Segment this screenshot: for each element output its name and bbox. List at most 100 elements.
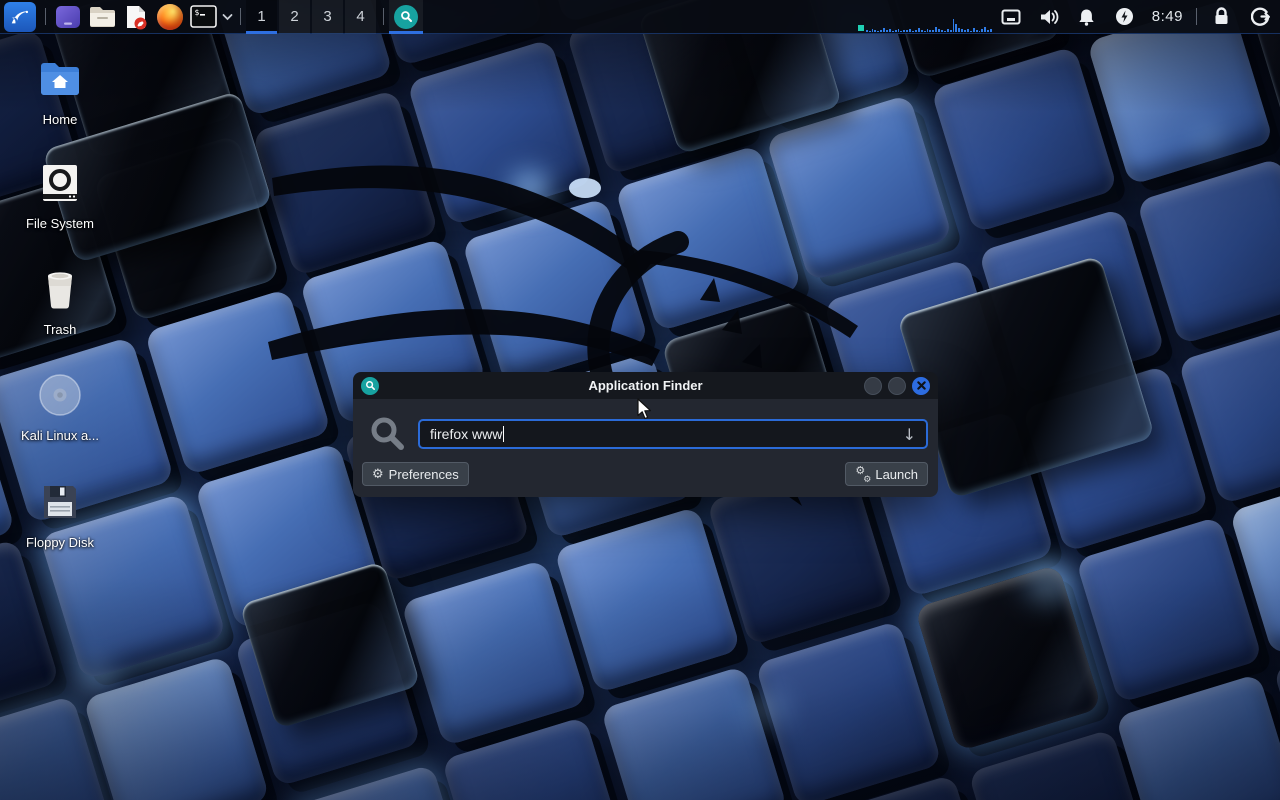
desktop-icon-label: Kali Linux a...	[14, 428, 106, 443]
titlebar[interactable]: Application Finder	[353, 372, 938, 399]
cpu-bar	[872, 29, 874, 32]
workspace-1[interactable]: 1	[246, 0, 277, 34]
launcher-files-app[interactable]	[51, 0, 85, 34]
cpu-bar	[950, 30, 952, 32]
mouse-cursor	[637, 398, 652, 420]
cpu-bar	[924, 31, 926, 32]
cpu-bar	[947, 29, 949, 32]
cpu-bar	[898, 29, 900, 32]
cpu-bar	[918, 28, 920, 32]
svg-text:$: $	[194, 8, 199, 17]
workspace-2[interactable]: 2	[279, 0, 310, 34]
cpu-graph[interactable]	[858, 0, 992, 34]
minimize-button[interactable]	[864, 377, 882, 395]
cpu-bar	[970, 31, 972, 32]
cpu-bar	[869, 31, 871, 32]
run-gears-icon: ⚙⚙	[855, 467, 870, 482]
cpu-bar	[938, 29, 940, 32]
log-out-button[interactable]	[1240, 0, 1280, 34]
close-button[interactable]	[912, 377, 930, 395]
kali-menu-icon	[9, 6, 31, 28]
cpu-bar	[935, 27, 937, 32]
cpu-bar	[909, 29, 911, 32]
cpu-bar	[953, 19, 955, 32]
cpu-bar	[973, 28, 975, 32]
cpu-bar	[880, 30, 882, 32]
cpu-bar	[915, 30, 917, 32]
lock-screen-button[interactable]	[1202, 0, 1240, 34]
cpu-bar	[906, 30, 908, 32]
launcher-text-editor[interactable]	[119, 0, 153, 34]
text-caret	[503, 426, 504, 442]
log-out-icon	[1251, 7, 1270, 26]
cpu-bar	[955, 24, 957, 32]
cpu-graph-marker	[858, 25, 864, 31]
terminal-icon: $	[190, 5, 217, 28]
floppy-disk-icon	[14, 477, 106, 527]
cpu-bar	[895, 30, 897, 32]
workspace-3[interactable]: 3	[312, 0, 343, 34]
cpu-bar	[987, 30, 989, 32]
desktop-icon-trash[interactable]: Trash	[14, 264, 106, 337]
panel-separator	[240, 8, 241, 25]
launch-button[interactable]: ⚙⚙ Launch	[845, 462, 928, 486]
dropdown-arrow-icon[interactable]: ↓	[903, 425, 916, 444]
cpu-bar	[912, 31, 914, 32]
cpu-bar	[944, 31, 946, 32]
volume-tray-icon[interactable]	[1030, 0, 1068, 34]
close-icon	[917, 381, 926, 390]
application-finder-icon	[361, 377, 379, 395]
application-finder-window: Application Finder firefox www ↓	[353, 372, 938, 497]
cpu-bar	[958, 28, 960, 32]
desktop-icon-file-system[interactable]: File System	[14, 158, 106, 231]
panel-separator	[1196, 8, 1197, 25]
maximize-button[interactable]	[888, 377, 906, 395]
cpu-bar	[981, 29, 983, 32]
cpu-bar	[976, 30, 978, 32]
cpu-bar	[929, 30, 931, 32]
desktop-icon-home[interactable]: Home	[14, 54, 106, 127]
workspace-4[interactable]: 4	[345, 0, 376, 34]
search-input-value: firefox www	[430, 426, 502, 442]
window-title: Application Finder	[353, 378, 938, 393]
launcher-firefox[interactable]	[153, 0, 187, 34]
power-manager-tray-icon[interactable]	[1106, 0, 1144, 34]
files-app-icon	[55, 4, 81, 30]
cpu-bar	[927, 29, 929, 32]
gear-icon: ⚙	[372, 468, 384, 481]
desktop-icon-floppy-disk[interactable]: Floppy Disk	[14, 477, 106, 550]
desktop-icon-label: Floppy Disk	[14, 535, 106, 550]
launch-button-label: Launch	[875, 467, 918, 482]
cpu-bar	[886, 30, 888, 32]
kali-menu-button[interactable]	[4, 2, 36, 32]
taskbar-application-finder[interactable]	[389, 0, 423, 34]
desktop-icon-kali-linux[interactable]: Kali Linux a...	[14, 370, 106, 443]
hard-drive-icon	[14, 158, 106, 208]
text-editor-icon	[124, 4, 148, 30]
cpu-bar	[883, 28, 885, 32]
top-panel: $ 1 2 3 4	[0, 0, 1280, 34]
cpu-bar	[889, 29, 891, 32]
cpu-bar	[967, 29, 969, 32]
panel-separator	[383, 8, 384, 25]
launcher-file-manager[interactable]	[85, 0, 119, 34]
desktop-icon-label: File System	[14, 216, 106, 231]
desktop-icon-label: Trash	[14, 322, 106, 337]
launcher-terminal-dropdown[interactable]: $	[187, 0, 235, 34]
clock[interactable]: 8:49	[1144, 8, 1191, 25]
cpu-bar	[903, 30, 905, 32]
cpu-bar	[877, 31, 879, 32]
firefox-icon	[157, 4, 183, 30]
cpu-bar	[984, 27, 986, 32]
home-folder-icon	[14, 54, 106, 104]
desktop[interactable]: Home File System Trash	[0, 0, 1280, 800]
notifications-tray-icon[interactable]	[1068, 0, 1106, 34]
panel-separator	[45, 8, 46, 25]
application-finder-icon	[394, 5, 418, 29]
search-input[interactable]: firefox www ↓	[418, 419, 928, 449]
network-tray-icon[interactable]	[992, 0, 1030, 34]
preferences-button[interactable]: ⚙ Preferences	[362, 462, 469, 486]
cpu-bar	[964, 30, 966, 32]
cpu-bar	[979, 31, 981, 32]
search-icon	[369, 415, 407, 453]
